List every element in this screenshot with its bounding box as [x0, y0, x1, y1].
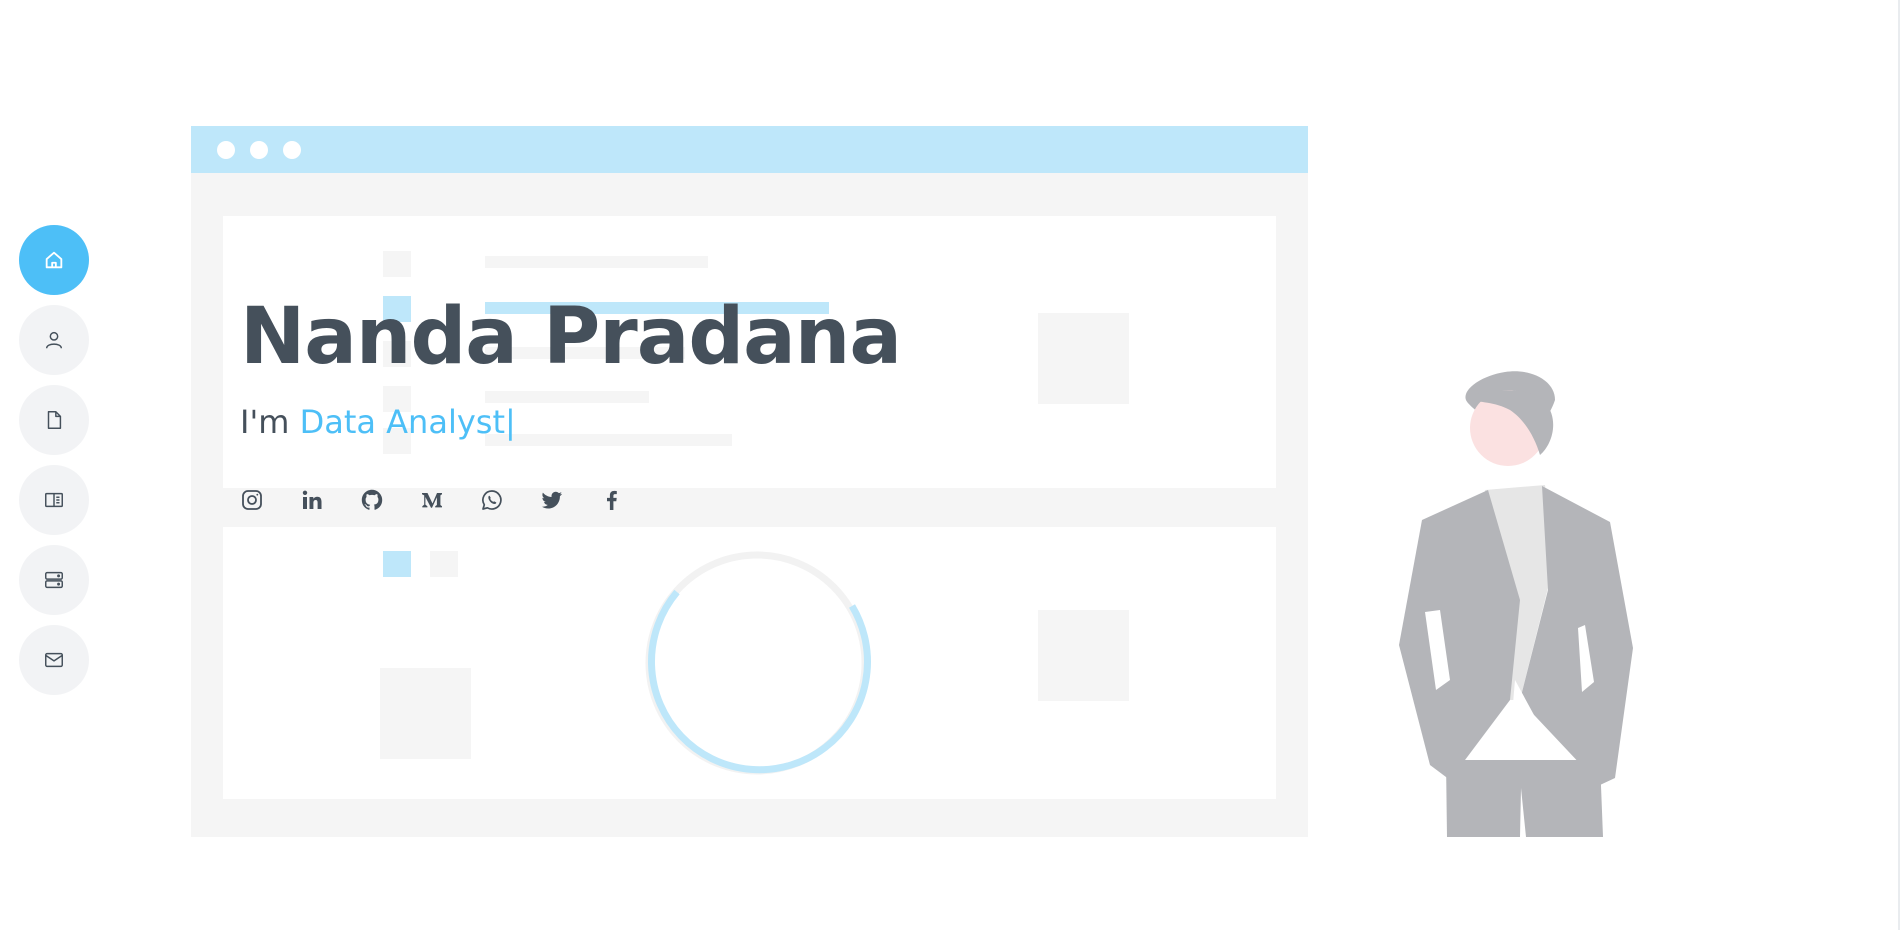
medium-link[interactable] [420, 488, 444, 512]
linkedin-icon [302, 490, 322, 509]
nav-resume-button[interactable] [19, 385, 89, 455]
linkedin-link[interactable] [300, 488, 324, 512]
github-icon [361, 489, 383, 510]
nav-services-button[interactable] [19, 545, 89, 615]
hero-prefix: I'm [240, 403, 290, 441]
whatsapp-icon [482, 490, 502, 510]
medium-icon [422, 493, 442, 508]
typing-cursor: | [504, 403, 516, 441]
file-icon [47, 411, 62, 429]
book-icon [45, 492, 63, 508]
side-navigation [19, 225, 89, 695]
typed-role: Data Analyst [299, 403, 505, 441]
hero-name: Nanda Pradana [240, 292, 902, 382]
envelope-icon [45, 652, 63, 668]
nav-home-button[interactable] [19, 225, 89, 295]
twitter-icon [541, 491, 562, 509]
nav-about-button[interactable] [19, 305, 89, 375]
github-link[interactable] [360, 488, 384, 512]
hero-subtitle: I'm Data Analyst| [240, 406, 516, 438]
social-links [240, 488, 624, 512]
nav-portfolio-button[interactable] [19, 465, 89, 535]
nav-contact-button[interactable] [19, 625, 89, 695]
instagram-icon [242, 490, 262, 510]
server-icon [45, 571, 63, 589]
person-icon [45, 331, 63, 349]
hero-background-illustration [191, 126, 1633, 837]
house-icon [45, 251, 63, 269]
twitter-link[interactable] [540, 488, 564, 512]
whatsapp-link[interactable] [480, 488, 504, 512]
facebook-icon [607, 490, 617, 510]
page: Nanda Pradana I'm Data Analyst| [0, 0, 1900, 930]
facebook-link[interactable] [600, 488, 624, 512]
instagram-link[interactable] [240, 488, 264, 512]
